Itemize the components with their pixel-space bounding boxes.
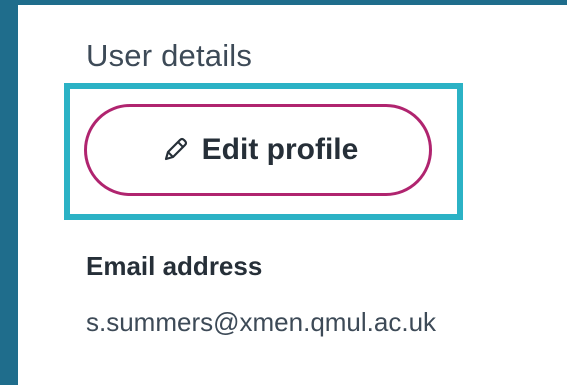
edit-profile-button[interactable]: Edit profile bbox=[84, 104, 432, 196]
edit-profile-label: Edit profile bbox=[201, 133, 359, 166]
background-strip-left bbox=[0, 0, 18, 385]
email-value: s.summers@xmen.qmul.ac.uk bbox=[86, 307, 437, 337]
email-label: Email address bbox=[86, 251, 263, 281]
pencil-icon bbox=[164, 137, 187, 161]
section-title: User details bbox=[86, 38, 253, 73]
